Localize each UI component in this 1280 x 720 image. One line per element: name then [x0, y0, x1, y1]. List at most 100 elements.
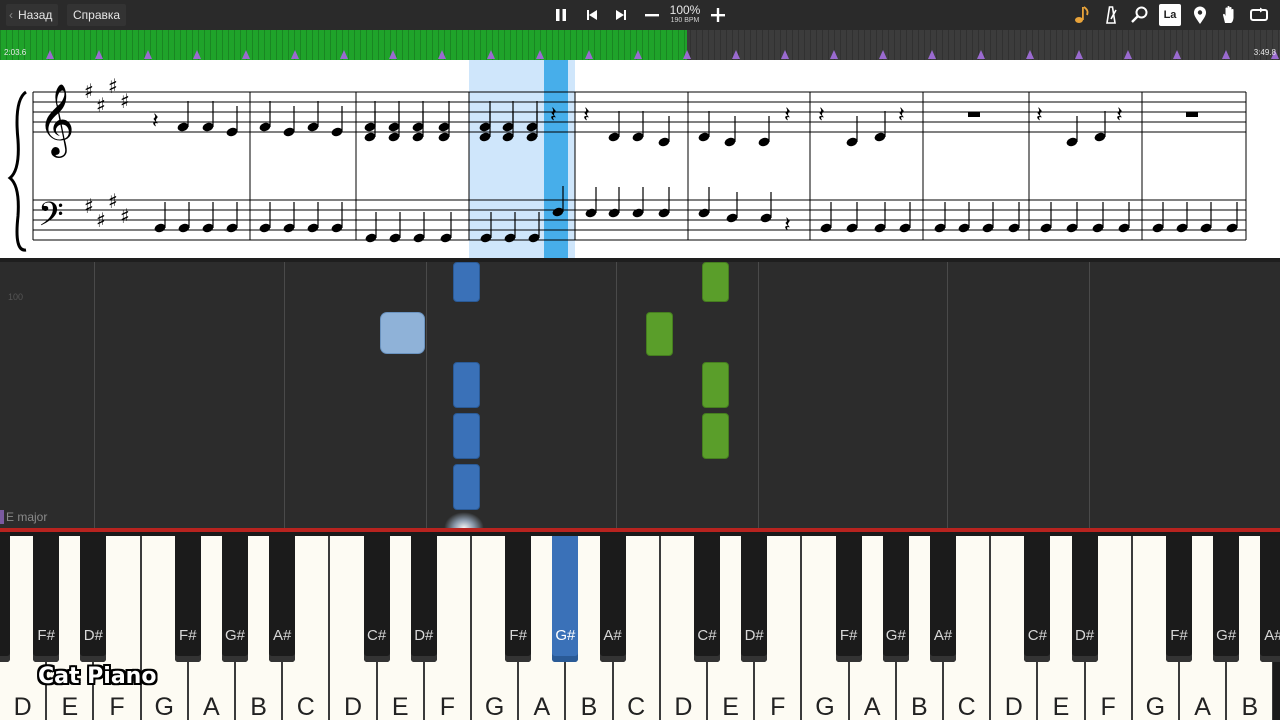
progress-marker [389, 50, 397, 59]
bar-lines [32, 92, 1247, 240]
black-key-active[interactable]: G# [552, 536, 579, 662]
white-key-label: B [1241, 693, 1259, 720]
black-key[interactable]: C# [363, 536, 390, 662]
chevron-left-icon: ‹ [9, 8, 13, 22]
black-key[interactable]: F# [174, 536, 201, 662]
sheet-music: 𝄞 𝄢 ♯ ♯ ♯ ♯ ♯ ♯ ♯ ♯ 𝄽 𝄽 𝄽 𝄽 𝄽 𝄽 𝄽 𝄽 𝄽 [0, 60, 1280, 258]
white-key-label: E [391, 693, 409, 720]
help-button[interactable]: Справка [67, 4, 127, 26]
white-key-label: F [1100, 693, 1116, 720]
note-names-icon[interactable]: La [1159, 4, 1181, 26]
svg-text:♯: ♯ [108, 189, 118, 213]
white-key-label: E [1052, 693, 1070, 720]
pause-icon[interactable] [549, 5, 573, 25]
black-key-label: G# [885, 627, 906, 644]
magnifier-icon[interactable] [1129, 4, 1151, 26]
black-key[interactable]: D# [80, 536, 107, 662]
black-key[interactable]: G# [882, 536, 909, 662]
black-key-label: F# [509, 627, 527, 644]
sheet-music-staff: 𝄞 𝄢 ♯♯♯♯ ♯♯♯♯ 𝄽 𝄽 𝄽 𝄽 𝄽 𝄽 𝄽 𝄽𝄽 [7, 60, 1247, 258]
beat-line [1089, 262, 1090, 532]
location-pin-icon[interactable] [1189, 4, 1211, 26]
black-key[interactable]: A# [269, 536, 296, 662]
tempo-plus-icon[interactable] [706, 5, 730, 25]
black-key[interactable]: C# [694, 536, 720, 662]
black-key[interactable]: F# [835, 536, 862, 662]
progress-marker [291, 50, 299, 59]
treble-key-signature: ♯♯♯♯ [84, 74, 130, 117]
grand-staff-brace [7, 90, 27, 252]
progress-marker [928, 50, 936, 59]
loop-icon[interactable] [1248, 4, 1270, 26]
black-key-label: F# [1170, 627, 1188, 644]
quarter-rest: 𝄽 [550, 103, 557, 128]
progress-marker [830, 50, 838, 59]
progress-marker [242, 50, 250, 59]
beat-line [616, 262, 617, 532]
black-key-label: F# [179, 627, 197, 644]
quarter-rest: 𝄽 [1036, 103, 1043, 128]
black-key[interactable]: F# [505, 536, 532, 662]
falling-notes-area: 100 E major [0, 258, 1280, 532]
white-key-label: G [815, 693, 835, 720]
tempo-bpm: 190 BPM [670, 17, 700, 24]
song-progress-bar[interactable]: 2:03.6 3:49.8 [0, 30, 1280, 60]
black-key[interactable]: D# [741, 536, 768, 662]
svg-text:♯: ♯ [120, 204, 130, 228]
black-key[interactable]: C# [1024, 536, 1051, 662]
falling-note-left-hand [702, 262, 729, 302]
white-key-label: B [250, 693, 267, 720]
back-button-label: Назад [18, 8, 53, 22]
beat-line [758, 262, 759, 532]
white-key-label: F [109, 693, 125, 720]
key-signature-marker [0, 510, 4, 524]
tempo-display: 100% 190 BPM [664, 4, 706, 25]
progress-marker [585, 50, 593, 59]
svg-text:♯: ♯ [96, 208, 106, 232]
falling-note-right-hand [453, 413, 480, 459]
white-key-label: A [1194, 693, 1211, 720]
black-key[interactable]: A# [930, 536, 956, 662]
black-key[interactable]: D# [1071, 536, 1098, 662]
progress-marker [977, 50, 985, 59]
black-key[interactable]: F# [1166, 536, 1192, 662]
progress-marker [781, 50, 789, 59]
white-key-label: F [770, 693, 786, 720]
tempo-minus-icon[interactable] [640, 5, 664, 25]
metronome-icon[interactable] [1100, 4, 1122, 26]
back-button[interactable]: ‹ Назад [6, 4, 59, 26]
white-key-label: B [580, 693, 598, 720]
falling-note-left-hand [702, 362, 729, 408]
beat-line [284, 262, 285, 532]
white-key-label: G [484, 693, 505, 720]
black-key[interactable]: F# [33, 536, 60, 662]
white-key-label: D [1004, 693, 1023, 720]
key-signature-label: E major [6, 510, 48, 524]
progress-marker [1124, 50, 1132, 59]
black-key[interactable]: A# [599, 536, 626, 662]
white-key-label: E [61, 693, 79, 720]
svg-text:♯: ♯ [84, 79, 94, 103]
black-key[interactable]: G# [222, 536, 248, 662]
black-key-label: D# [83, 627, 103, 644]
black-key-label: D# [414, 627, 434, 644]
progress-marker [683, 50, 691, 59]
black-key[interactable]: D# [410, 536, 437, 662]
white-key-label: C [296, 693, 315, 720]
white-key-label: D [674, 693, 693, 720]
falling-note-right-hand [453, 262, 480, 302]
note-icon[interactable] [1071, 4, 1093, 26]
black-key[interactable]: G# [1213, 536, 1240, 662]
bass-staff-lines [33, 199, 1246, 241]
top-toolbar: ‹ Назад Справка 100% 190 BPM La [0, 0, 1280, 30]
black-key[interactable]: A# [1260, 536, 1280, 662]
bass-clef: 𝄢 [38, 196, 64, 242]
falling-note-left-hand [646, 312, 673, 356]
black-key-partial[interactable] [0, 536, 10, 662]
white-key-label: F [439, 693, 456, 720]
hand-icon[interactable] [1218, 4, 1240, 26]
quarter-rest: 𝄽 [784, 213, 791, 238]
skip-forward-icon[interactable] [609, 5, 633, 25]
skip-back-icon[interactable] [580, 5, 604, 25]
black-key-label: G# [555, 627, 576, 644]
